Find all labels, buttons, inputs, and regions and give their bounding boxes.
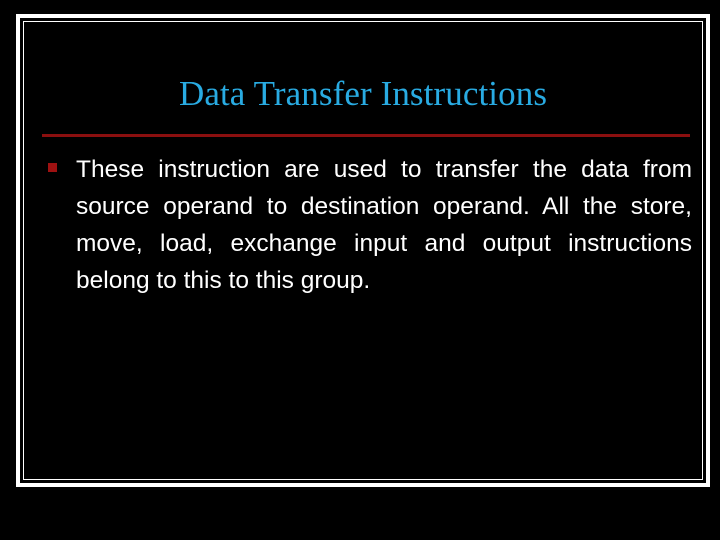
square-bullet-icon bbox=[48, 163, 57, 172]
presentation-slide: Data Transfer Instructions These instruc… bbox=[0, 0, 720, 540]
page-title: Data Transfer Instructions bbox=[178, 74, 548, 113]
slide-content: Data Transfer Instructions These instruc… bbox=[28, 26, 698, 475]
bullet-list: These instruction are used to transfer t… bbox=[42, 151, 692, 299]
slide-title-block: Data Transfer Instructions bbox=[28, 74, 698, 114]
list-item: These instruction are used to transfer t… bbox=[42, 151, 692, 299]
bullet-item-text: These instruction are used to transfer t… bbox=[76, 156, 692, 294]
title-divider-rule bbox=[42, 134, 690, 137]
